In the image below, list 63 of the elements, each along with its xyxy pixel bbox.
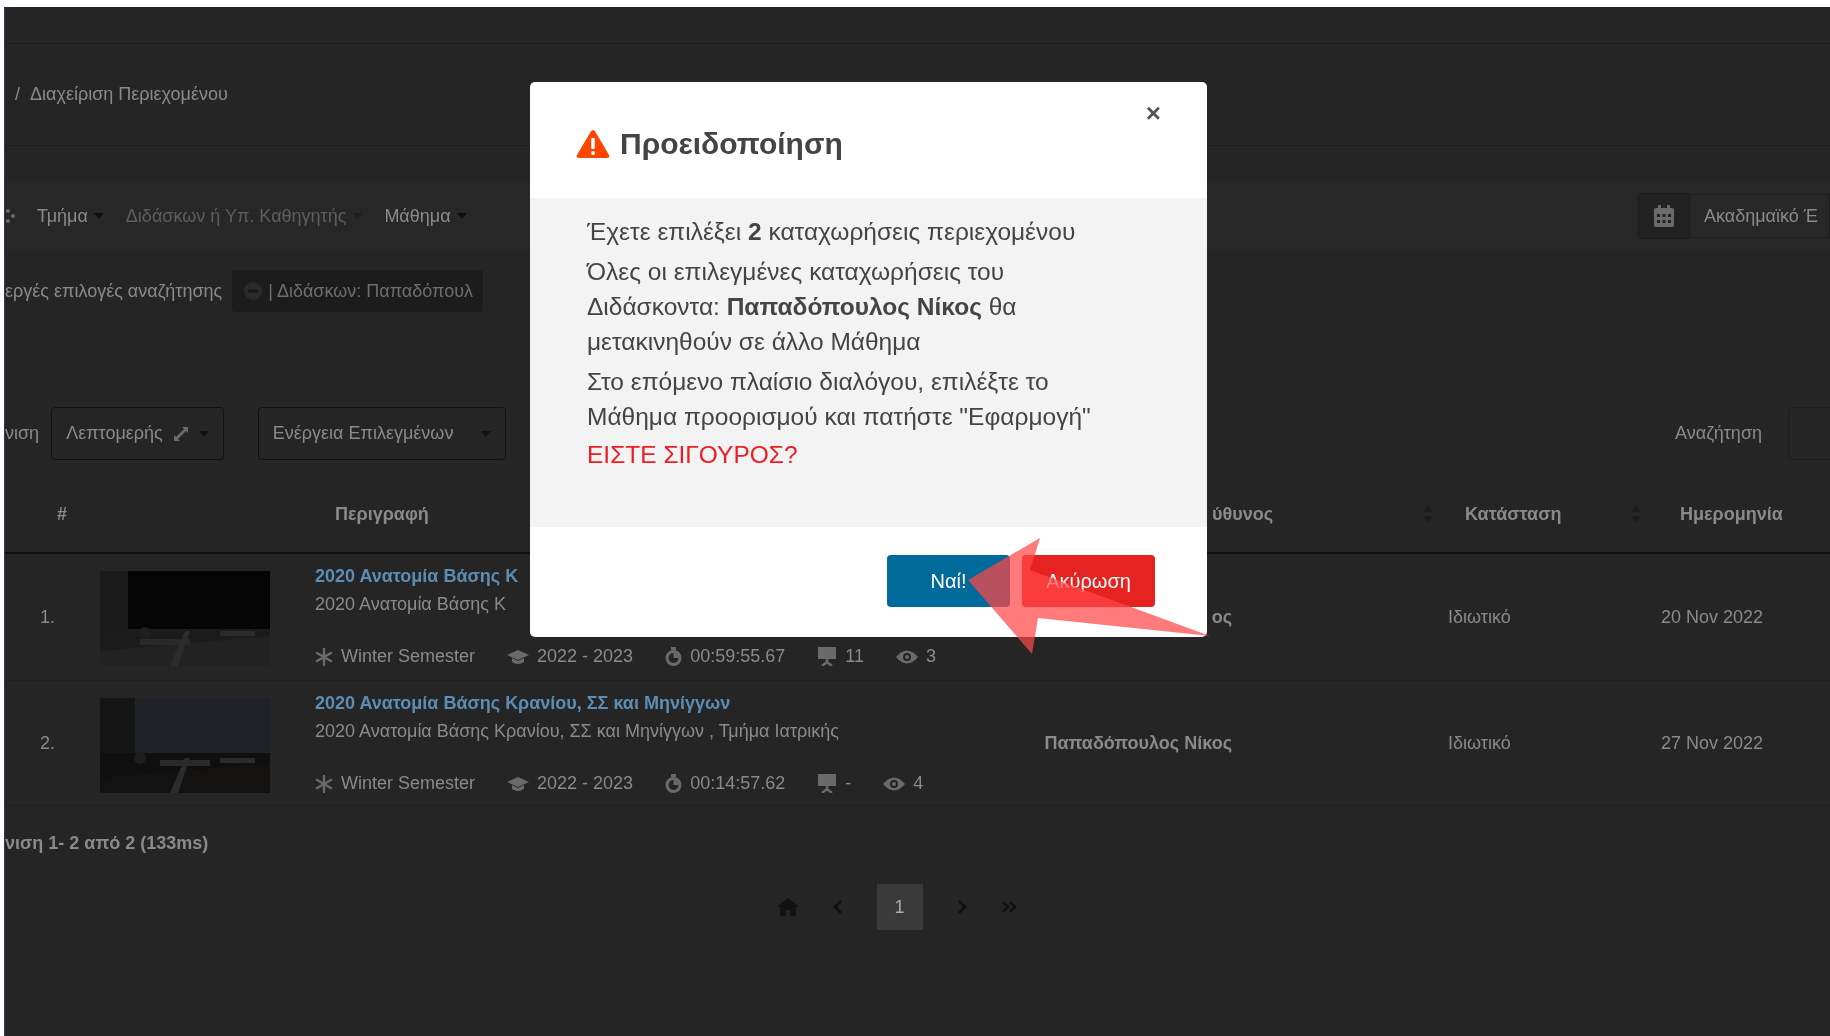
graduation-cap-icon xyxy=(507,648,530,665)
duration-text: 00:59:55.67 xyxy=(690,646,786,667)
calendar-button[interactable] xyxy=(1638,193,1690,239)
dialog-title: Προειδοποίηση xyxy=(620,127,843,161)
owner-name: Παπαδόπουλος Νίκος xyxy=(1044,732,1232,754)
dots-icon xyxy=(5,207,15,225)
content-subtitle: 2020 Ανατομία Βάσης Κρανίου, ΣΣ και Μηνίγγων , Τμήμα Ιατρικής xyxy=(315,721,839,743)
snowflake-icon xyxy=(315,774,333,793)
row-number: 2. xyxy=(40,732,55,754)
view-count: 3 xyxy=(925,646,936,667)
column-header[interactable]: Κατάσταση xyxy=(1465,503,1562,525)
dialog-message: Έχετε επιλέξει 2 καταχωρήσεις περιεχομένου xyxy=(587,217,1077,247)
dialog-message: Όλες οι επιλεγμένες καταχωρήσεις του Διδάσκοντα: Παπαδόπουλος Νίκος θα μετακινηθούν σε άλλο Μάθημα xyxy=(587,257,1018,357)
slide-count: - xyxy=(845,773,852,794)
content-title-link[interactable]: 2020 Ανατομία Βάσης Κ xyxy=(315,566,519,594)
stopwatch-icon xyxy=(665,774,683,793)
eye-icon xyxy=(883,776,906,791)
calendar-icon xyxy=(1654,205,1674,227)
stopwatch-icon xyxy=(665,647,683,666)
results-summary: νιση 1- 2 από 2 (133ms) xyxy=(5,833,209,854)
dialog-message: Στο επόμενο πλαίσιο διαλόγου, επιλέξτε το Μάθημα προορισμού και πατήστε "Εφαρμογή" xyxy=(587,367,1092,432)
slide-count: 11 xyxy=(845,646,864,667)
view-label: νιση xyxy=(5,423,40,444)
date-text: 20 Nov 2022 xyxy=(1661,606,1764,628)
status-text: Ιδιωτικό xyxy=(1448,732,1511,754)
semester-text: Winter Semester xyxy=(341,773,476,794)
confirmation-warning: ΕΙΣΤΕ ΣΙΓΟΥΡΟΣ? xyxy=(587,440,799,470)
page-button[interactable]: 1 xyxy=(876,884,923,930)
date-text: 27 Nov 2022 xyxy=(1661,732,1764,754)
presentation-board-icon xyxy=(817,647,838,666)
semester-text: Winter Semester xyxy=(341,646,476,667)
content-subtitle: 2020 Ανατομία Βάσης Κ xyxy=(315,594,506,616)
view-count: 4 xyxy=(913,773,924,794)
snowflake-icon xyxy=(315,647,333,666)
owner-name: ος xyxy=(1211,606,1232,628)
year-field[interactable]: Ακαδημαϊκό Έ xyxy=(1690,194,1830,238)
row-number: 1. xyxy=(40,606,55,628)
active-filters-label: εργές επιλογές αναζήτησης xyxy=(5,280,223,302)
view-dropdown[interactable]: Λεπτομερής xyxy=(51,407,224,460)
filter-dropdown[interactable]: Τμήμα xyxy=(37,205,104,227)
graduation-cap-icon xyxy=(507,775,530,792)
actions-dropdown[interactable]: Ενέργεια Επιλεγμένων xyxy=(257,407,506,460)
column-header[interactable]: # xyxy=(57,503,67,525)
expand-icon xyxy=(172,425,189,442)
column-header[interactable]: ύθυνος xyxy=(1212,503,1274,525)
academic-year: 2022 - 2023 xyxy=(537,646,634,667)
caret-icon xyxy=(93,213,104,219)
breadcrumb-item[interactable]: Διαχείριση Περιεχομένου xyxy=(30,84,228,105)
close-button[interactable]: × xyxy=(1145,100,1161,126)
filter-chip[interactable]: | Διδάσκων: Παπαδόπουλ xyxy=(232,270,484,312)
eye-icon xyxy=(895,649,918,664)
warning-icon xyxy=(576,129,610,159)
column-header[interactable]: Περιγραφή xyxy=(335,503,429,525)
column-header[interactable]: Ημερομηνία xyxy=(1680,503,1783,525)
breadcrumb-separator: / xyxy=(15,84,20,105)
status-text: Ιδιωτικό xyxy=(1448,606,1511,628)
search-label: Αναζήτηση xyxy=(1675,423,1762,444)
academic-year: 2022 - 2023 xyxy=(537,773,634,794)
caret-icon xyxy=(456,213,467,219)
filter-dropdown[interactable]: Μάθημα xyxy=(384,205,467,227)
presentation-board-icon xyxy=(817,774,838,793)
content-title-link[interactable]: 2020 Ανατομία Βάσης Κρανίου, ΣΣ και Μηνίγγων xyxy=(315,693,731,721)
duration-text: 00:14:57.62 xyxy=(690,773,786,794)
